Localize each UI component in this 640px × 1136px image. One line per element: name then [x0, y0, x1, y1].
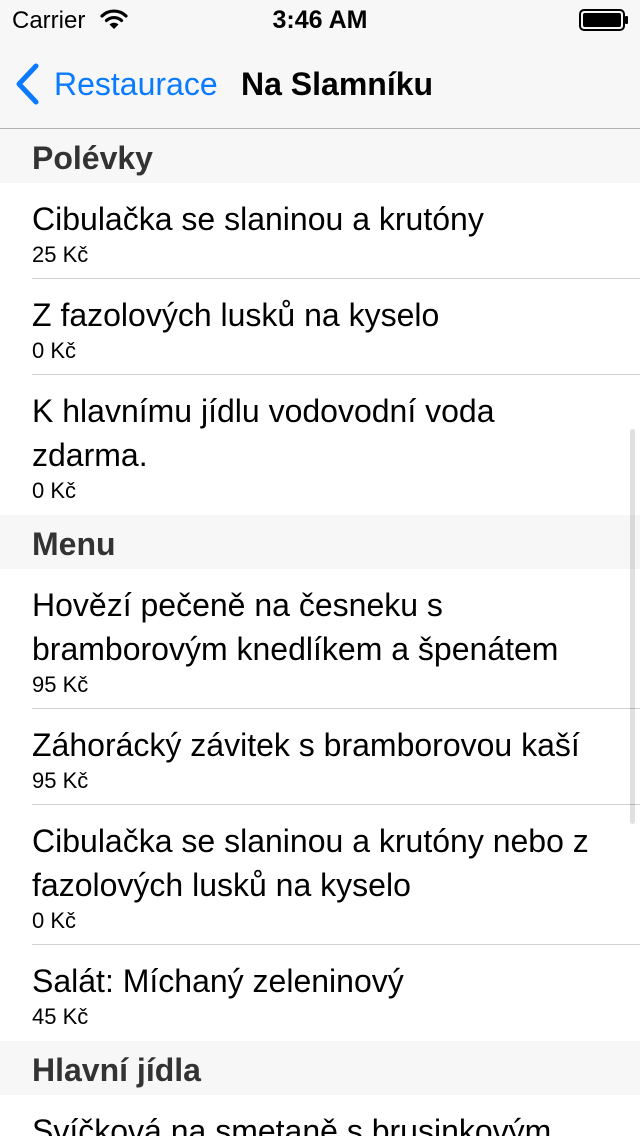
dish-name: Z fazolových lusků na kyselo — [32, 297, 440, 333]
dish-name: Salát: Míchaný zeleninový — [32, 963, 404, 999]
dish-price: 45 Kč — [32, 1004, 89, 1029]
navigation-bar: Restaurace Na Slamníku — [0, 40, 640, 129]
dish-name: Hovězí pečeně na česneku s bramborovým k… — [32, 587, 559, 667]
back-button[interactable]: Restaurace — [14, 62, 218, 106]
page-title: Na Slamníku — [241, 66, 434, 102]
dish-name: Cibulačka se slaninou a krutóny nebo z f… — [32, 823, 589, 903]
dish-price: 95 Kč — [32, 768, 89, 793]
dish-name: Svíčková na smetaně s brusinkovým — [32, 1113, 552, 1136]
dish-price: 0 Kč — [32, 908, 77, 933]
menu-item[interactable]: K hlavnímu jídlu vodovodní voda zdarma. … — [0, 375, 640, 515]
menu-item[interactable]: Svíčková na smetaně s brusinkovým — [0, 1095, 640, 1136]
status-time: 3:46 AM — [272, 6, 368, 34]
dish-name: Cibulačka se slaninou a krutóny — [32, 201, 484, 237]
scroll-indicator[interactable] — [630, 429, 635, 824]
chevron-left-icon — [16, 63, 39, 105]
status-bar: Carrier 3:46 AM — [0, 0, 640, 40]
dish-name: Záhorácký závitek s bramborovou kaší — [32, 727, 580, 763]
section-header: Polévky — [0, 129, 640, 183]
dish-price: 0 Kč — [32, 338, 77, 363]
back-button-label: Restaurace — [54, 65, 218, 102]
menu-item[interactable]: Cibulačka se slaninou a krutóny 25 Kč — [0, 183, 640, 279]
menu-table[interactable]: Polévky Cibulačka se slaninou a krutóny … — [0, 129, 640, 1136]
battery-icon — [579, 9, 628, 31]
menu-item[interactable]: Cibulačka se slaninou a krutóny nebo z f… — [0, 805, 640, 945]
section-header: Menu — [0, 515, 640, 569]
menu-item[interactable]: Záhorácký závitek s bramborovou kaší 95 … — [0, 709, 640, 805]
menu-item[interactable]: Hovězí pečeně na česneku s bramborovým k… — [0, 569, 640, 709]
section-header: Hlavní jídla — [0, 1041, 640, 1095]
menu-item[interactable]: Z fazolových lusků na kyselo 0 Kč — [0, 279, 640, 375]
dish-price: 0 Kč — [32, 478, 77, 503]
dish-name: K hlavnímu jídlu vodovodní voda zdarma. — [32, 393, 495, 473]
dish-price: 95 Kč — [32, 672, 89, 697]
menu-item[interactable]: Salát: Míchaný zeleninový 45 Kč — [0, 945, 640, 1041]
dish-price: 25 Kč — [32, 242, 89, 267]
